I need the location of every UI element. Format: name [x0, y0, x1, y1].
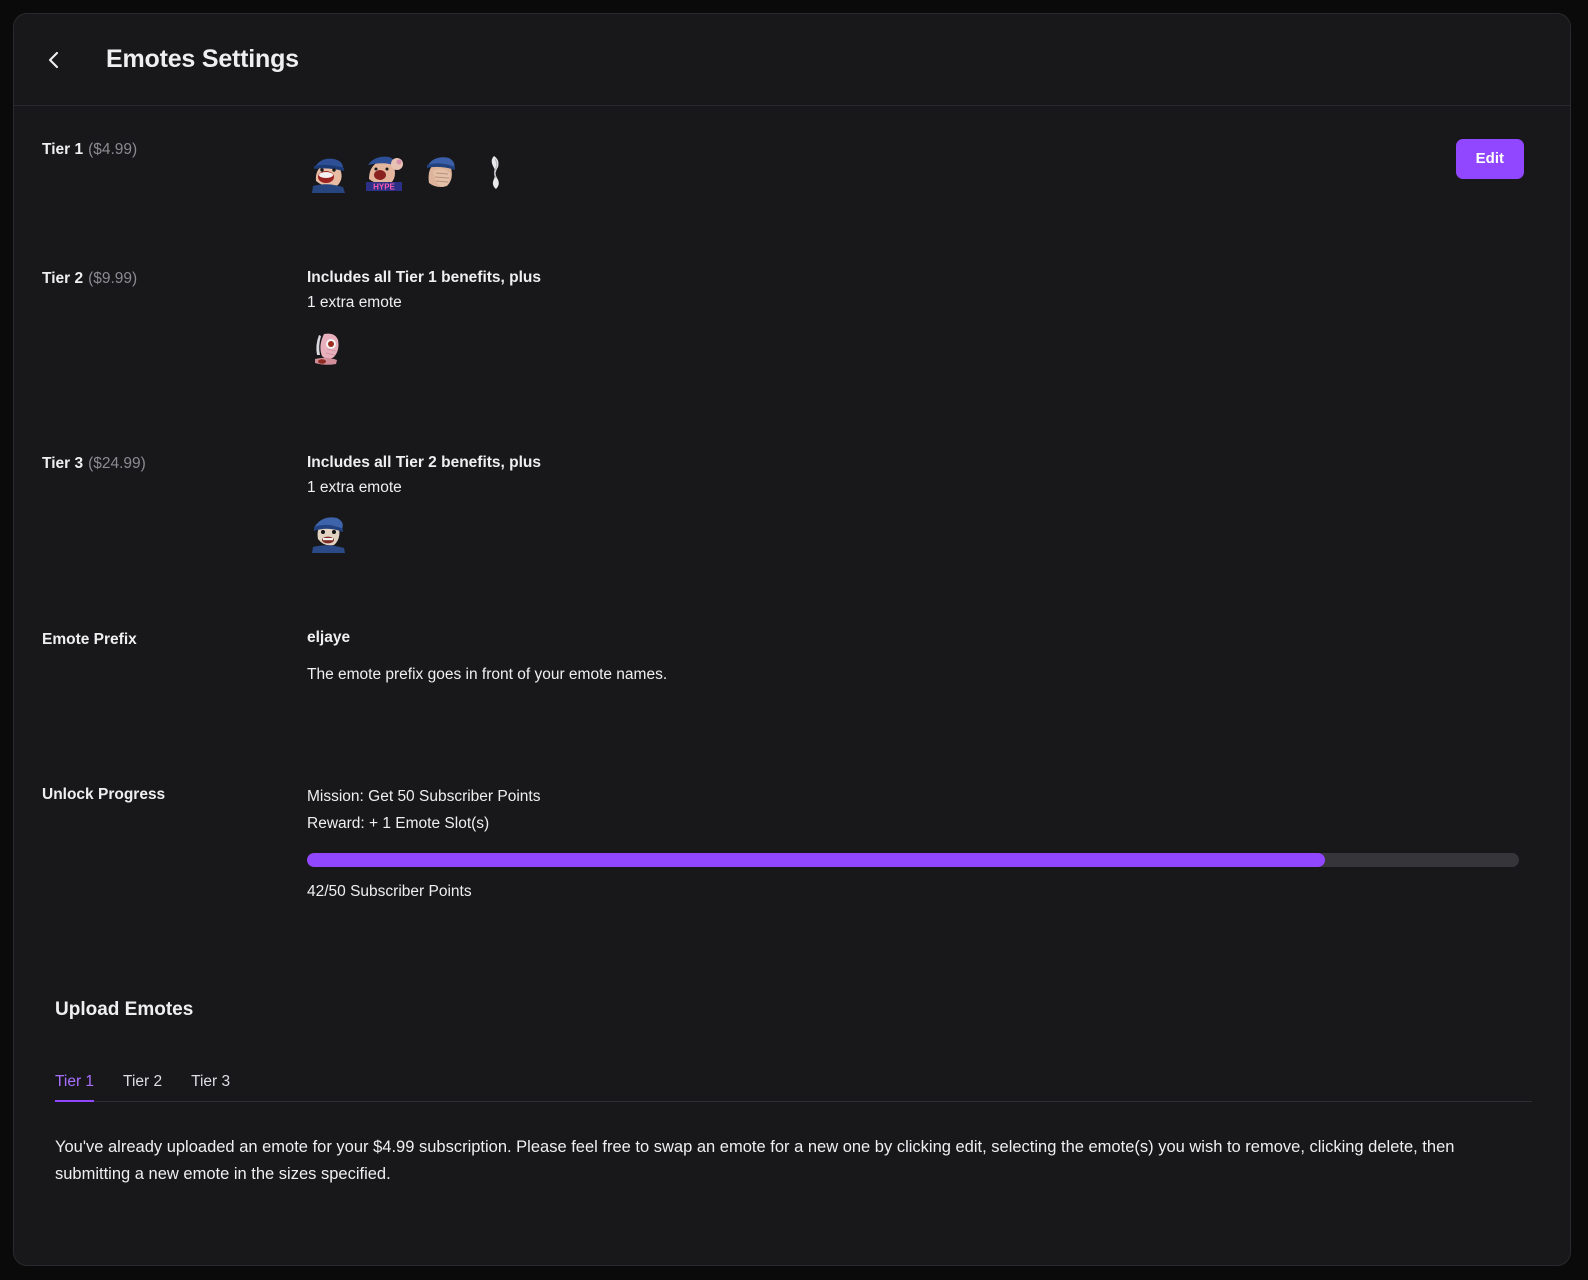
tier-3-benefit-sub: 1 extra emote	[307, 476, 1542, 499]
tab-tier-1[interactable]: Tier 1	[55, 1073, 94, 1102]
tier-1-actions: Edit	[1456, 139, 1542, 179]
upload-instructions: You've already uploaded an emote for you…	[55, 1134, 1517, 1187]
tier-1-label: Tier 1 ($4.99)	[42, 139, 307, 159]
upload-emotes-section: Upload Emotes Tier 1 Tier 2 Tier 3 You'v…	[14, 999, 1570, 1187]
page-header: Emotes Settings	[14, 14, 1570, 106]
tier-2-price: ($9.99)	[88, 270, 137, 287]
emote-prefix-label: Emote Prefix	[42, 629, 307, 649]
tier-3-name: Tier 3	[42, 455, 83, 472]
tier-3-benefit-title: Includes all Tier 2 benefits, plus	[307, 453, 1542, 474]
tier-2-content: Includes all Tier 1 benefits, plus 1 ext…	[307, 268, 1542, 368]
tier-3-price: ($24.99)	[88, 455, 146, 472]
svg-text:HYPE: HYPE	[373, 183, 395, 192]
tier-1-price: ($4.99)	[88, 141, 137, 158]
tier-2-benefit-sub: 1 extra emote	[307, 291, 1542, 314]
emote-facepalm[interactable]	[419, 151, 461, 193]
tier-2-emote-list	[307, 326, 1542, 368]
page-title: Emotes Settings	[106, 45, 299, 74]
tab-tier-3[interactable]: Tier 3	[191, 1073, 230, 1102]
settings-card: Emotes Settings Tier 1 ($4.99)	[13, 13, 1571, 1266]
tier-1-emote-list: HYPE	[307, 151, 1456, 193]
tab-tier-2[interactable]: Tier 2	[123, 1073, 162, 1102]
emote-laughing-guy[interactable]	[307, 151, 349, 193]
upload-tier-tabs: Tier 1 Tier 2 Tier 3	[55, 1073, 1532, 1102]
tier-3-label: Tier 3 ($24.99)	[42, 453, 307, 473]
emote-prefix-value: eljaye	[307, 629, 1542, 647]
edit-button[interactable]: Edit	[1456, 139, 1524, 179]
emote-prefix-content: eljaye The emote prefix goes in front of…	[307, 629, 1542, 684]
unlock-progress-label: Unlock Progress	[42, 784, 307, 804]
tier-row-1: Tier 1 ($4.99)	[42, 106, 1542, 236]
unlock-progress-bar	[307, 853, 1519, 867]
emote-hype[interactable]: HYPE	[363, 151, 405, 193]
tier-row-2: Tier 2 ($9.99) Includes all Tier 1 benefi…	[42, 236, 1542, 421]
unlock-reward-text: Reward: + 1 Emote Slot(s)	[307, 811, 1542, 838]
tier-3-content: Includes all Tier 2 benefits, plus 1 ext…	[307, 453, 1542, 553]
unlock-progress-fill	[307, 853, 1325, 867]
unlock-mission-text: Mission: Get 50 Subscriber Points	[307, 784, 1542, 811]
tier-2-name: Tier 2	[42, 270, 83, 287]
back-button[interactable]	[32, 38, 76, 82]
tier-1-name: Tier 1	[42, 141, 83, 158]
tier-row-3: Tier 3 ($24.99) Includes all Tier 2 benef…	[42, 421, 1542, 603]
emote-white-blob[interactable]	[475, 151, 517, 193]
unlock-progress-row: Unlock Progress Mission: Get 50 Subscrib…	[42, 761, 1542, 941]
unlock-progress-caption: 42/50 Subscriber Points	[307, 883, 1542, 901]
emote-prefix-help: The emote prefix goes in front of your e…	[307, 666, 1542, 684]
tier-2-benefit-title: Includes all Tier 1 benefits, plus	[307, 268, 1542, 289]
chevron-left-icon	[44, 50, 64, 70]
emote-bandana-face[interactable]	[307, 511, 349, 553]
emotes-settings-page: Emotes Settings Tier 1 ($4.99)	[0, 0, 1588, 1280]
emote-pink-item[interactable]	[307, 326, 349, 368]
emote-prefix-row: Emote Prefix eljaye The emote prefix goe…	[42, 603, 1542, 761]
settings-body: Tier 1 ($4.99)	[14, 106, 1570, 941]
tier-3-emote-list	[307, 511, 1542, 553]
tier-1-content: HYPE	[307, 139, 1456, 193]
upload-emotes-title: Upload Emotes	[55, 999, 1542, 1021]
tier-2-label: Tier 2 ($9.99)	[42, 268, 307, 288]
unlock-progress-content: Mission: Get 50 Subscriber Points Reward…	[307, 784, 1542, 901]
